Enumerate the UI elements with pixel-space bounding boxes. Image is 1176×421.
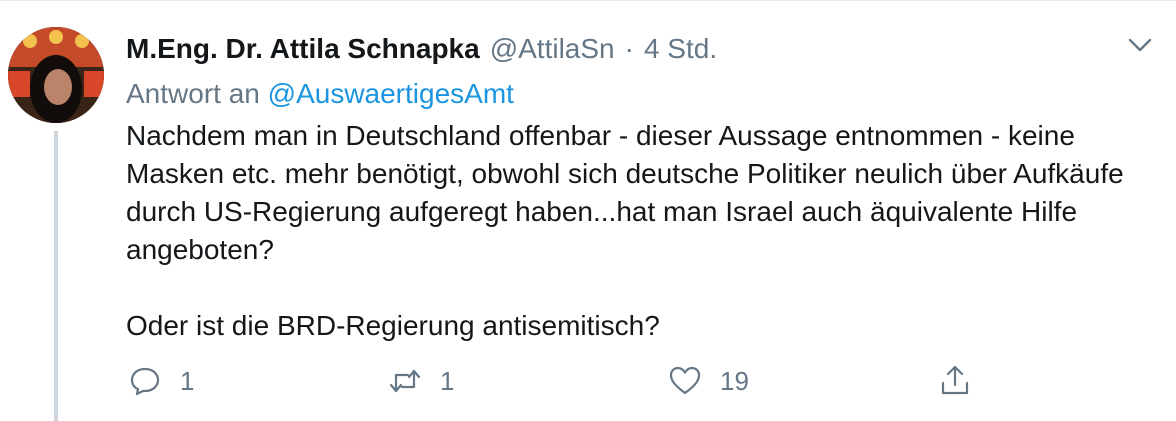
like-count: 19 <box>720 365 749 396</box>
retweet-button[interactable]: 1 <box>388 361 454 401</box>
tweet-text: Nachdem man in Deutschland offenbar - di… <box>126 117 1156 345</box>
tweet-text-paragraph: Oder ist die BRD-Regierung antisemitisch… <box>126 310 660 341</box>
tweet[interactable]: M.Eng. Dr. Attila Schnapka @AttilaSn · 4… <box>0 0 1176 421</box>
avatar[interactable] <box>8 27 104 123</box>
reply-count: 1 <box>180 365 195 396</box>
retweet-arrows-icon <box>389 369 421 393</box>
chevron-down-icon[interactable] <box>1120 31 1160 61</box>
comment-bubble-icon <box>130 367 160 396</box>
reply-to-line: Antwort an @AuswaertigesAmt <box>126 77 1156 111</box>
author-name[interactable]: M.Eng. Dr. Attila Schnapka <box>126 33 480 65</box>
tweet-actions: 1 1 19 <box>128 361 1028 401</box>
share-upload-icon <box>941 365 969 395</box>
reply-button[interactable]: 1 <box>128 361 194 401</box>
heart-icon <box>669 366 701 395</box>
reply-to-mention[interactable]: @AuswaertigesAmt <box>268 78 514 109</box>
retweet-count: 1 <box>440 365 455 396</box>
thread-line <box>54 131 58 421</box>
tweet-header: M.Eng. Dr. Attila Schnapka @AttilaSn · 4… <box>126 25 1156 73</box>
like-button[interactable]: 19 <box>668 361 749 401</box>
share-button[interactable] <box>938 361 972 401</box>
author-handle[interactable]: @AttilaSn <box>490 33 615 65</box>
avatar-image <box>8 27 104 123</box>
tweet-time[interactable]: 4 Std. <box>644 33 717 65</box>
separator-dot: · <box>624 33 634 64</box>
tweet-content: M.Eng. Dr. Attila Schnapka @AttilaSn · 4… <box>126 25 1156 345</box>
reply-prefix: Antwort an <box>126 78 260 109</box>
tweet-text-paragraph: Nachdem man in Deutschland offenbar - di… <box>126 120 1124 265</box>
